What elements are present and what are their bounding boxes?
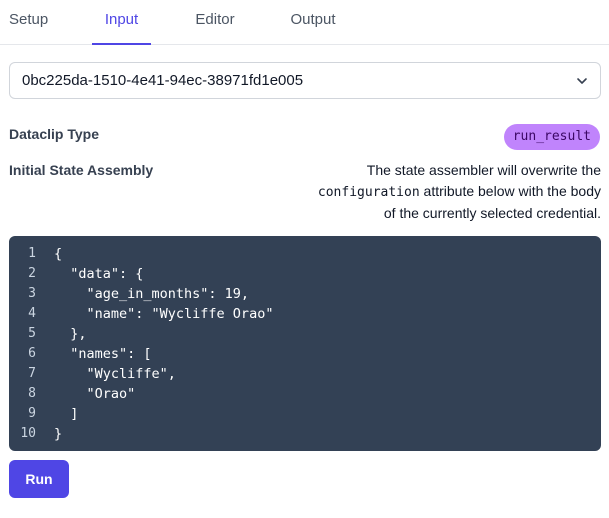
code-line[interactable]: { xyxy=(54,244,273,264)
line-number: 4 xyxy=(28,306,36,321)
line-number: 2 xyxy=(28,266,36,281)
code-line[interactable]: "name": "Wycliffe Orao" xyxy=(54,304,274,324)
line-number: 1 xyxy=(28,246,36,261)
line-number: 5 xyxy=(28,326,36,341)
line-number: 9 xyxy=(28,406,36,421)
code-editor[interactable]: 1 2 3 4 5 6 7 8 9 10 { "data": { "age_in… xyxy=(9,236,601,451)
line-number: 6 xyxy=(28,346,36,361)
dataclip-select[interactable]: 0bc225da-1510-4e41-94ec-38971fd1e005 xyxy=(9,62,601,99)
line-number: 10 xyxy=(20,426,36,441)
code-line[interactable]: }, xyxy=(54,324,273,344)
chevron-down-icon xyxy=(577,78,587,84)
tab-editor[interactable]: Editor xyxy=(188,0,242,45)
state-assembler-note: The state assembler will overwrite the c… xyxy=(311,160,601,224)
code-line[interactable]: "data": { xyxy=(54,264,273,284)
tab-input[interactable]: Input xyxy=(92,0,151,45)
line-number: 7 xyxy=(28,366,36,381)
note-code: configuration xyxy=(317,184,420,200)
code-line[interactable]: } xyxy=(54,424,273,444)
note-text-before: The state assembler will overwrite the xyxy=(366,162,601,178)
tab-output[interactable]: Output xyxy=(282,0,344,45)
initial-state-label: Initial State Assembly xyxy=(9,162,154,178)
code-line[interactable]: "names": [ xyxy=(54,344,273,364)
code-content[interactable]: { "data": { "age_in_months": 19, "name":… xyxy=(54,244,273,444)
line-gutter: 1 2 3 4 5 6 7 8 9 10 xyxy=(9,244,45,444)
dataclip-type-badge: run_result xyxy=(503,124,600,150)
code-line[interactable]: "Orao" xyxy=(54,384,273,404)
line-number: 8 xyxy=(28,386,36,401)
code-line[interactable]: "age_in_months": 19, xyxy=(54,284,273,304)
tab-setup[interactable]: Setup xyxy=(9,0,57,45)
code-line[interactable]: "Wycliffe", xyxy=(54,364,273,384)
line-number: 3 xyxy=(28,286,36,301)
run-button[interactable]: Run xyxy=(9,460,69,498)
code-line[interactable]: ] xyxy=(54,404,273,424)
tab-bar: Setup Input Editor Output xyxy=(0,0,609,45)
dataclip-select-value: 0bc225da-1510-4e41-94ec-38971fd1e005 xyxy=(22,72,304,89)
dataclip-type-label: Dataclip Type xyxy=(9,126,99,142)
